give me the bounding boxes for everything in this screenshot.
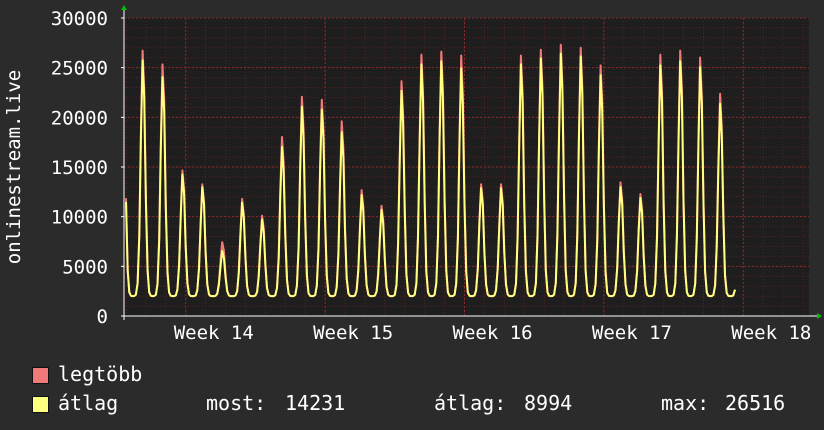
y-tick-label: 20000 <box>51 107 108 129</box>
x-tick-labels: Week 14 Week 15 Week 16 Week 17 Week 18 <box>174 322 812 344</box>
y-tick-label: 5000 <box>62 256 108 278</box>
stat-current-label: most: <box>206 391 267 415</box>
legend-swatch-max <box>32 367 49 384</box>
x-tick-label: Week 15 <box>313 322 393 344</box>
y-tick-label: 15000 <box>51 157 108 179</box>
stat-average-value: 8994 <box>524 391 573 415</box>
y-axis-arrow <box>121 5 127 10</box>
legend-label-avg: átlag <box>58 391 119 415</box>
legend-label-max: legtöbb <box>58 362 143 386</box>
legend: legtöbb átlag most: 14231 átlag: 8994 ma… <box>30 362 810 420</box>
y-tick-label: 25000 <box>51 58 108 80</box>
stat-current-value: 14231 <box>285 391 346 415</box>
y-tick-label: 30000 <box>51 8 108 30</box>
y-tick-labels: 0 5000 10000 15000 20000 25000 30000 <box>51 8 124 328</box>
stat-average-label: átlag: <box>434 391 507 415</box>
x-tick-label: Week 17 <box>592 322 672 344</box>
y-axis-label: onlinestream.live <box>3 70 25 264</box>
legend-swatch-avg <box>32 396 49 413</box>
x-tick-label: Week 18 <box>731 322 811 344</box>
x-tick-label: Week 16 <box>453 322 533 344</box>
y-tick-label: 0 <box>97 306 108 328</box>
x-axis-arrow <box>817 313 822 319</box>
x-tick-label: Week 14 <box>174 322 254 344</box>
legend-row-max: legtöbb <box>30 362 810 391</box>
legend-row-avg: átlag most: 14231 átlag: 8994 max: 26516 <box>30 391 810 420</box>
y-tick-label: 10000 <box>51 207 108 229</box>
stat-max-value: 26516 <box>725 391 786 415</box>
stat-max-label: max: <box>661 391 710 415</box>
